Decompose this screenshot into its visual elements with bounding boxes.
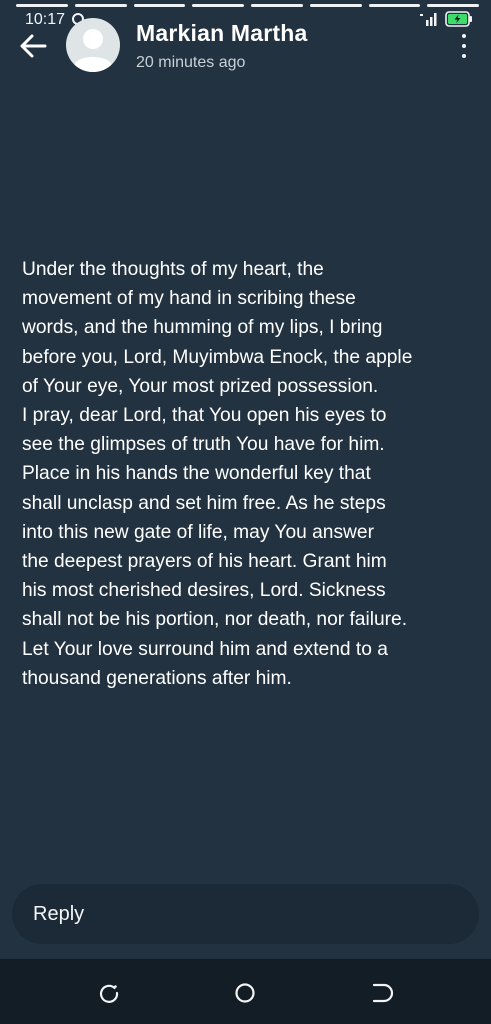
- back-button[interactable]: [17, 30, 49, 62]
- navigation-bar: [0, 959, 491, 1024]
- story-progress-segment: [309, 4, 362, 7]
- menu-dot: [462, 44, 466, 48]
- more-vertical-icon[interactable]: [459, 34, 469, 58]
- status-icons: [419, 11, 473, 27]
- menu-dot: [462, 54, 466, 58]
- battery-charging-icon: [445, 11, 472, 27]
- home-button[interactable]: [233, 981, 257, 1005]
- home-icon: [235, 983, 255, 1003]
- status-time: 10:17: [25, 11, 66, 28]
- back-icon: [372, 983, 394, 1003]
- story-progress-segment: [192, 4, 244, 7]
- story-progress: [16, 4, 479, 7]
- arrow-left-icon: [20, 34, 47, 58]
- reply-label: Reply: [33, 902, 85, 925]
- posted-time: 20 minutes ago: [136, 54, 246, 71]
- menu-dot: [462, 34, 466, 38]
- system-back-button[interactable]: [370, 981, 394, 1005]
- avatar[interactable]: [66, 18, 120, 72]
- recents-button[interactable]: [97, 981, 121, 1005]
- signal-icon: [420, 13, 437, 26]
- status-text: Under the thoughts of my heart, the move…: [22, 259, 413, 689]
- recents-icon: [99, 984, 119, 1003]
- default-avatar-icon: [74, 29, 112, 72]
- story-progress-segment: [251, 4, 303, 7]
- story-progress-segment: [16, 4, 68, 7]
- story-progress-segment: [427, 4, 479, 7]
- contact-name: Markian Martha: [136, 20, 308, 46]
- story-progress-segment: [74, 4, 127, 7]
- reply-input[interactable]: Reply: [12, 884, 479, 944]
- story-progress-segment: [368, 4, 421, 7]
- story-progress-segment: [133, 4, 186, 7]
